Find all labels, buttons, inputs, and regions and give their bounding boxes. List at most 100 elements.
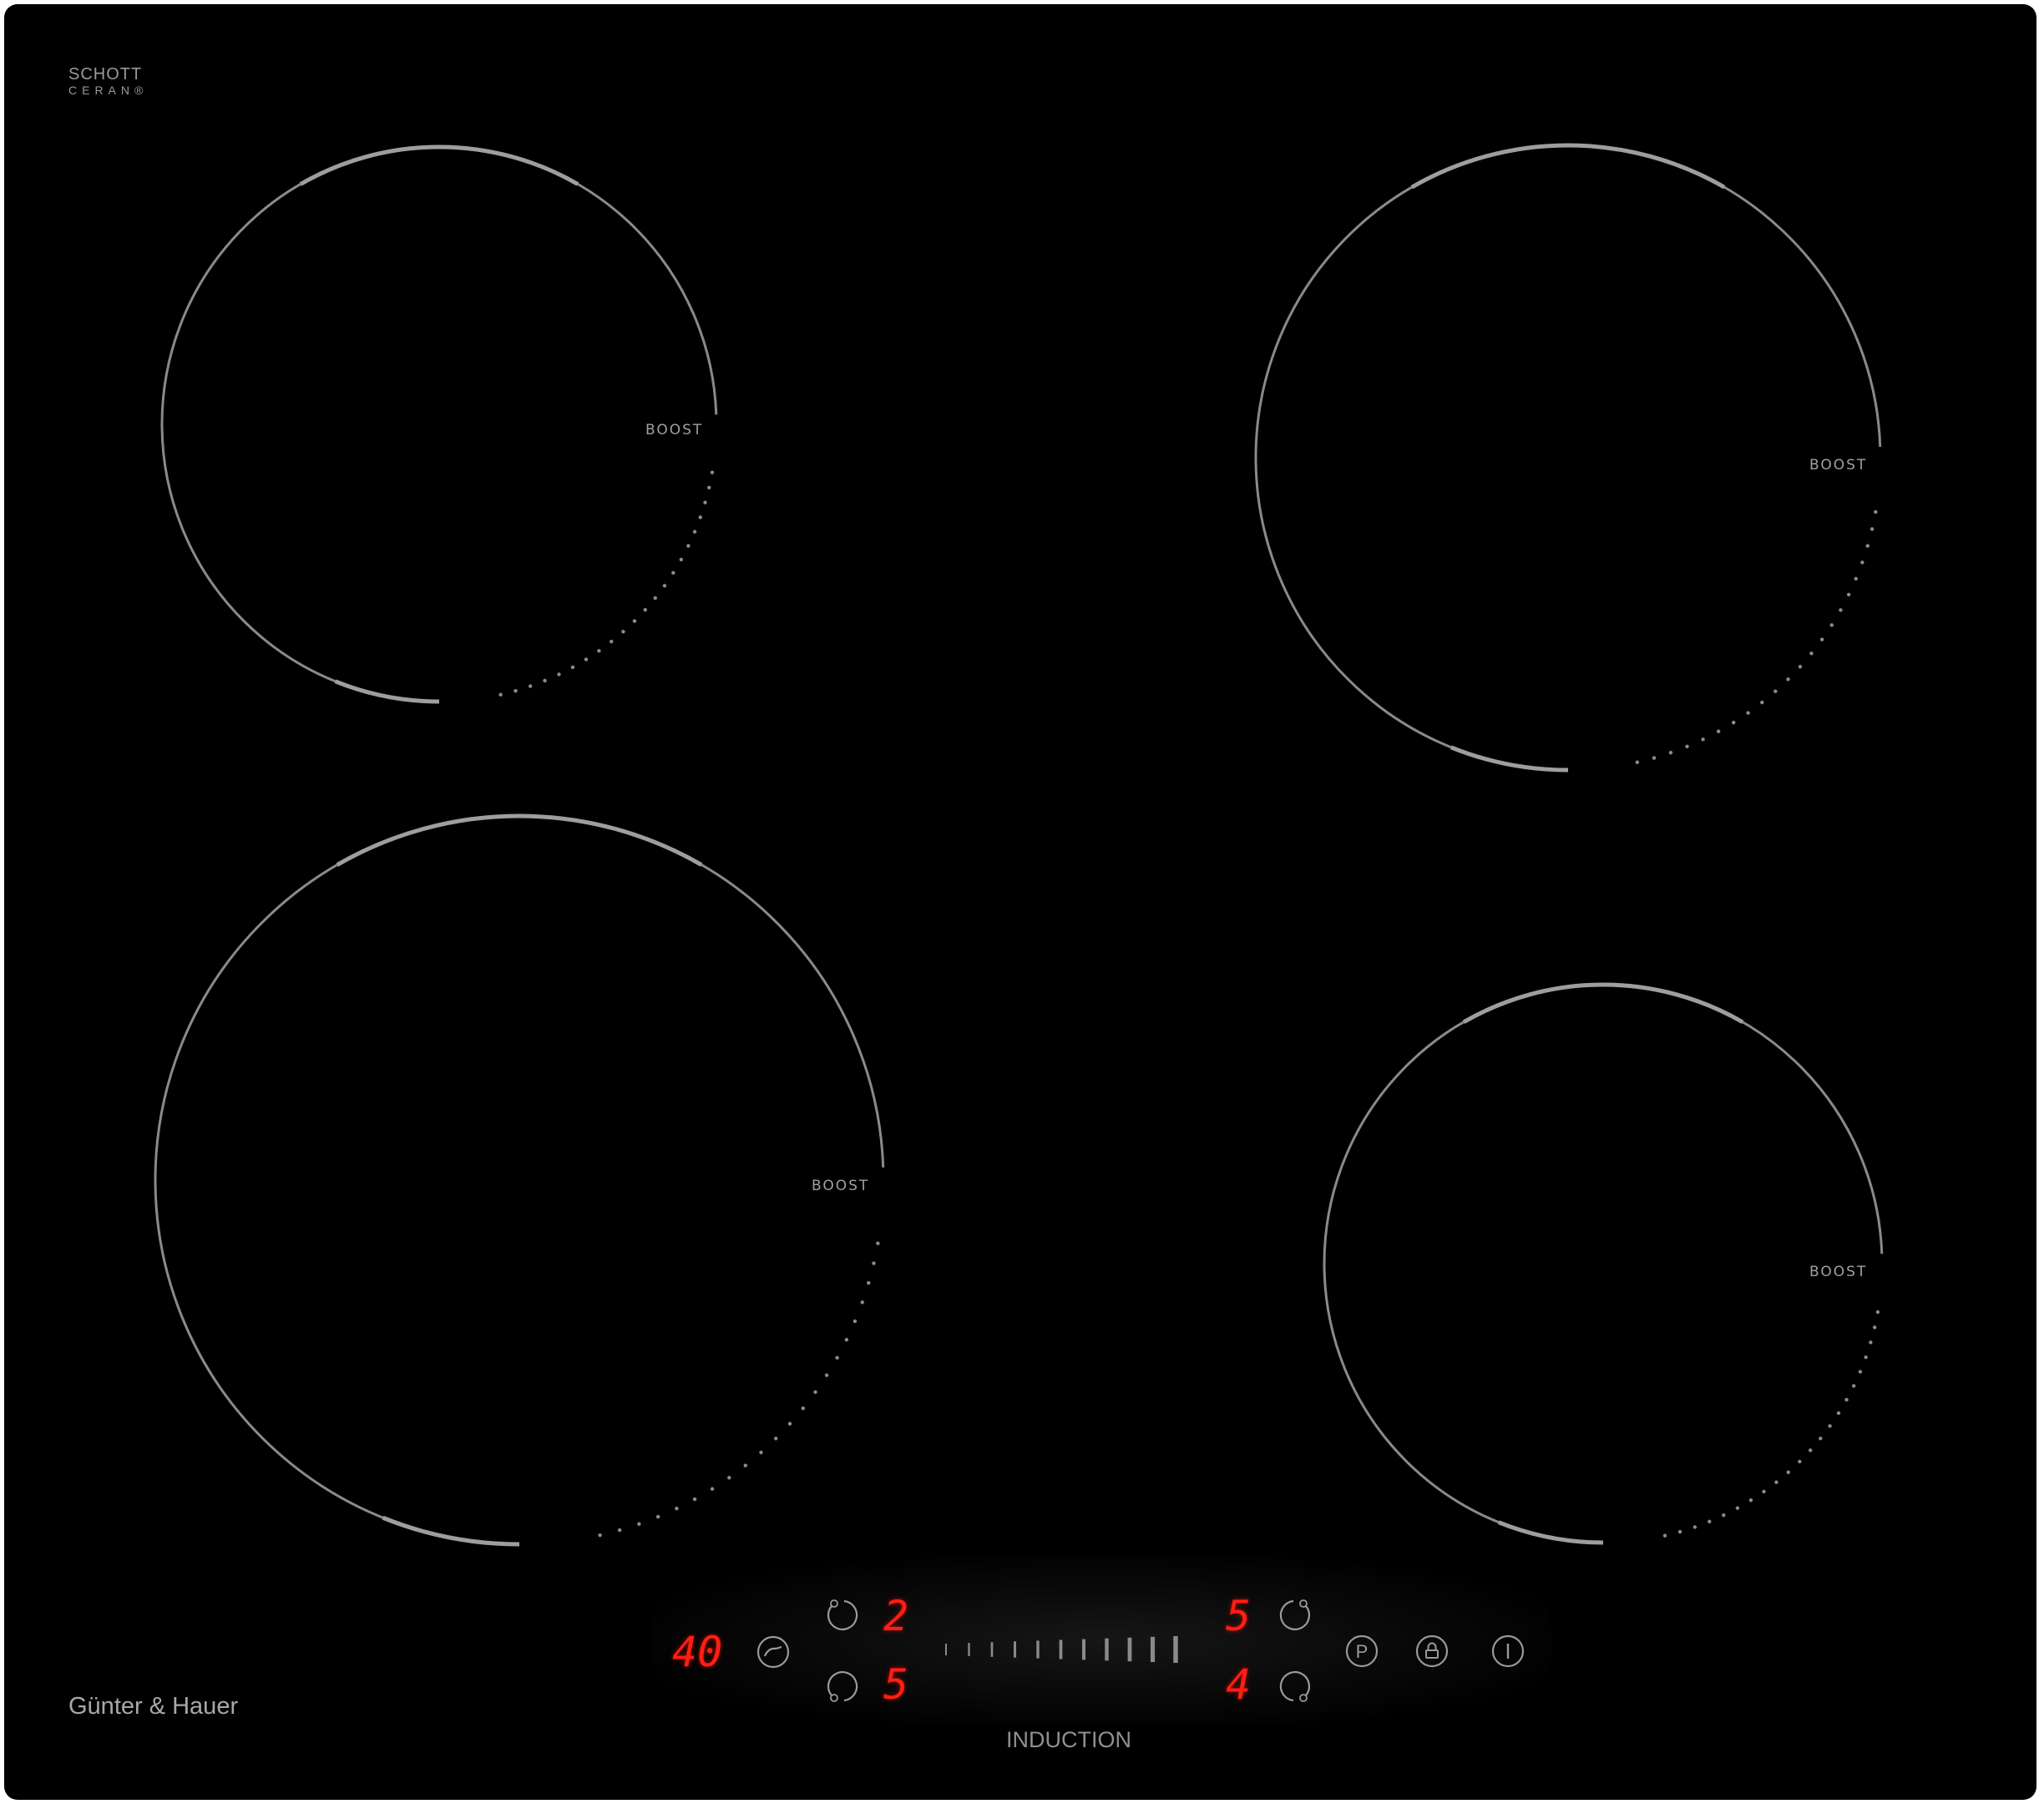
pause-glyph: P	[1356, 1641, 1369, 1662]
boost-dot	[675, 1506, 679, 1511]
timer-icon[interactable]	[756, 1634, 791, 1670]
boost-dot	[1716, 729, 1721, 733]
boost-dot	[1762, 1489, 1766, 1494]
boost-dot	[621, 630, 625, 634]
power-slider[interactable]	[942, 1633, 1192, 1666]
boost-dot	[727, 1476, 731, 1480]
zone-ring-highlight	[382, 1515, 520, 1547]
level-display-bottom-left: 5	[883, 1660, 909, 1709]
boost-dot	[1869, 527, 1875, 531]
boost-dot	[598, 1533, 602, 1538]
boost-dot	[1798, 665, 1803, 669]
zone-bottom-left-ring[interactable]	[154, 813, 885, 1547]
boost-dot	[707, 485, 711, 490]
boost-dot	[1708, 1519, 1712, 1523]
zone-ring-highlight	[334, 679, 440, 704]
boost-dot	[1865, 544, 1869, 548]
boost-dot	[1858, 1370, 1863, 1374]
brand-name: Günter & Hauer	[68, 1693, 239, 1720]
boost-dot	[1854, 576, 1858, 581]
zone-ring-arc	[160, 145, 718, 703]
boost-dot	[617, 1528, 622, 1533]
boost-dot	[1652, 756, 1657, 760]
boost-dot	[1860, 560, 1864, 565]
power-icon[interactable]	[1490, 1634, 1525, 1669]
boost-dot	[1692, 1525, 1697, 1529]
boost-dot	[876, 1241, 880, 1245]
boost-dot	[1864, 1355, 1868, 1360]
boost-dot	[1662, 1533, 1667, 1538]
boost-dot	[698, 515, 702, 519]
zone-ring-arc	[1254, 144, 1882, 772]
boost-dot	[655, 1514, 660, 1519]
boost-dot	[637, 1522, 641, 1526]
zone-ring-highlight	[1462, 982, 1744, 1024]
boost-dot	[853, 1319, 858, 1324]
boost-dot	[1851, 1384, 1856, 1388]
boost-dot	[860, 1300, 864, 1305]
zone-top-left-ring[interactable]	[160, 144, 718, 704]
boost-dot	[1844, 1397, 1849, 1402]
boost-dot	[1836, 1411, 1841, 1416]
zone-ring-highlight	[1497, 1520, 1604, 1545]
boost-dot	[703, 500, 707, 504]
boost-dot	[557, 672, 561, 676]
boost-label-top-right: BOOST	[1809, 457, 1868, 474]
boost-dot	[1773, 689, 1778, 693]
lock-icon[interactable]	[1414, 1634, 1450, 1669]
zone-top-left-icon[interactable]	[827, 1598, 862, 1633]
zone-ring-highlight	[336, 813, 703, 867]
boost-dot	[710, 470, 715, 474]
boost-dot	[1828, 1424, 1832, 1428]
zone-bottom-right-icon[interactable]	[1276, 1669, 1311, 1704]
boost-label-top-left: BOOST	[645, 422, 704, 438]
pause-icon[interactable]: P	[1344, 1634, 1379, 1669]
zone-top-right-ring[interactable]	[1254, 143, 1882, 773]
boost-dot	[686, 544, 691, 548]
boost-dot	[692, 1497, 697, 1502]
boost-dot	[1875, 1310, 1880, 1315]
level-display-top-left: 2	[883, 1592, 909, 1640]
boost-dot	[1668, 750, 1673, 755]
boost-dot	[1635, 760, 1640, 764]
boost-dot	[1819, 637, 1824, 641]
boost-dot	[787, 1421, 792, 1426]
level-display-bottom-right: 4	[1226, 1660, 1252, 1709]
zone-ring-highlight	[1450, 745, 1569, 773]
logo-line-2: CERAN®	[68, 84, 149, 97]
boost-dot	[1735, 1506, 1740, 1510]
boost-dot	[514, 688, 518, 693]
boost-dot	[1722, 1513, 1726, 1518]
boost-dot	[1809, 651, 1814, 656]
cooking-zones-layer	[154, 143, 1884, 1547]
boost-dot	[710, 1487, 715, 1491]
zone-ring-arc	[154, 814, 885, 1546]
boost-dot	[1819, 1437, 1823, 1441]
boost-dot	[679, 557, 684, 562]
boost-dot	[1829, 623, 1834, 627]
boost-dot	[774, 1437, 778, 1441]
induction-label: INDUCTION	[1006, 1727, 1131, 1752]
boost-dot	[1685, 744, 1689, 748]
boost-dot	[632, 619, 637, 623]
boost-dot	[872, 1261, 876, 1265]
boost-dot	[1786, 677, 1790, 682]
boost-dot	[597, 649, 601, 653]
boost-dot	[759, 1450, 763, 1455]
boost-dot	[824, 1373, 829, 1377]
boost-dot	[743, 1463, 748, 1467]
zone-bottom-right-ring[interactable]	[1323, 982, 1884, 1545]
zone-ring-highlight	[299, 144, 579, 186]
boost-dot	[1731, 720, 1736, 725]
logo-line-1: SCHOTT	[68, 65, 143, 84]
zone-bottom-left-icon[interactable]	[827, 1669, 862, 1704]
zone-top-right-icon[interactable]	[1276, 1598, 1311, 1633]
boost-dot	[653, 595, 657, 600]
boost-dot	[1874, 509, 1878, 514]
boost-dot	[1872, 1325, 1877, 1330]
boost-dot	[692, 530, 697, 534]
boost-dot	[801, 1406, 805, 1411]
boost-dot	[643, 607, 647, 612]
boost-dot	[610, 639, 614, 644]
zone-ring-arc	[1323, 983, 1884, 1544]
